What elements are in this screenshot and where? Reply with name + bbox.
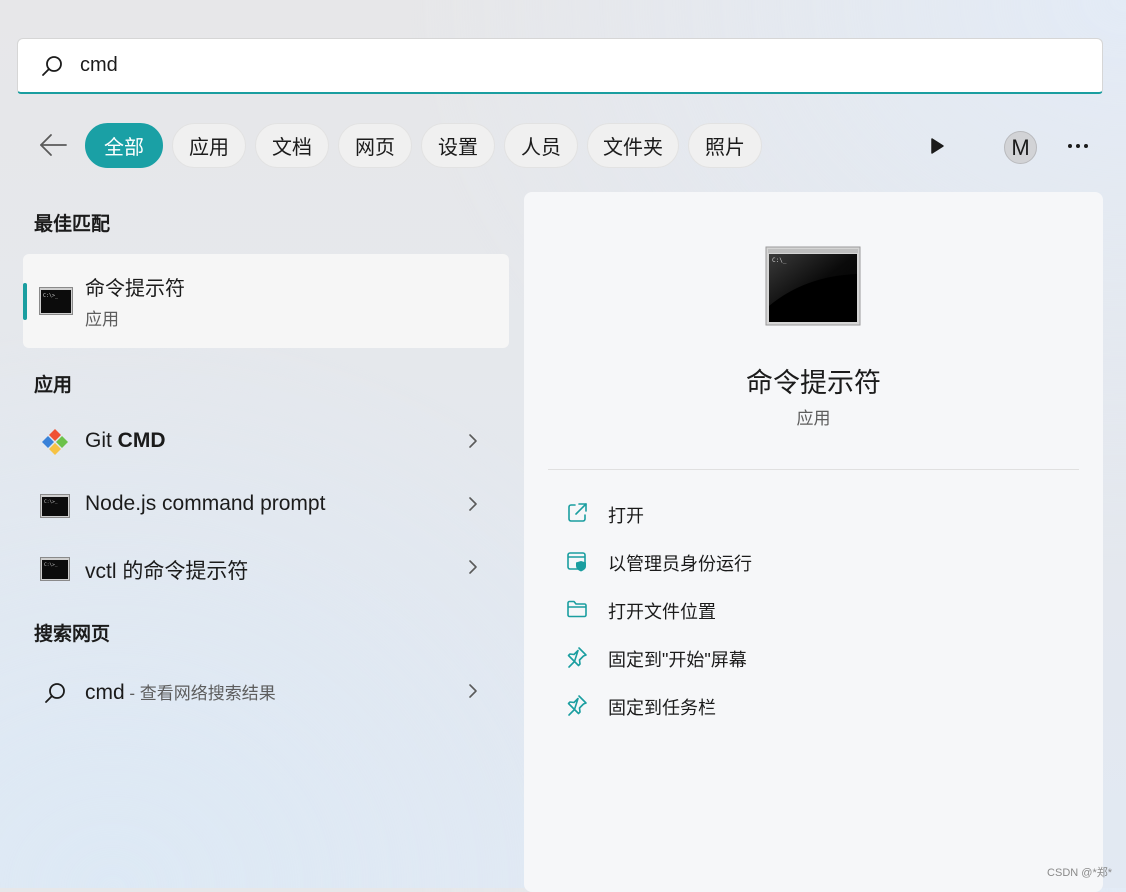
action-label: 打开文件位置 bbox=[608, 602, 716, 622]
action-label: 固定到任务栏 bbox=[608, 698, 716, 718]
tab-documents[interactable]: 文档 bbox=[255, 123, 329, 168]
action-open-file-location[interactable]: 打开文件位置 bbox=[548, 587, 1079, 631]
action-run-as-admin[interactable]: 以管理员身份运行 bbox=[548, 539, 1079, 583]
console-large-icon: C:\_ bbox=[765, 246, 861, 326]
list-item-label: cmd - 查看网络搜索结果 bbox=[85, 681, 276, 704]
folder-icon bbox=[567, 600, 587, 618]
list-item-web-search[interactable]: cmd - 查看网络搜索结果 bbox=[23, 665, 509, 719]
action-label: 打开 bbox=[608, 506, 644, 526]
console-icon: C:\>_ bbox=[40, 494, 70, 518]
list-item-label: Node.js command prompt bbox=[85, 492, 326, 515]
list-item-git-cmd[interactable]: Git CMD bbox=[23, 415, 509, 469]
console-icon: C:\>_ bbox=[40, 557, 70, 581]
chevron-right-icon bbox=[469, 684, 477, 698]
watermark: CSDN @*郑* bbox=[1047, 867, 1112, 879]
console-icon: C:\>_ bbox=[39, 287, 73, 315]
search-box[interactable] bbox=[17, 38, 1103, 94]
git-icon bbox=[42, 429, 68, 455]
tab-all[interactable]: 全部 bbox=[85, 123, 163, 168]
tab-folders[interactable]: 文件夹 bbox=[587, 123, 679, 168]
pin-icon bbox=[567, 695, 587, 716]
back-button[interactable] bbox=[36, 128, 70, 162]
svg-text:C:\>_: C:\>_ bbox=[43, 293, 59, 299]
list-item-label: vctl 的命令提示符 bbox=[85, 560, 249, 583]
action-label: 固定到"开始"屏幕 bbox=[608, 650, 747, 670]
action-pin-to-start[interactable]: 固定到"开始"屏幕 bbox=[548, 635, 1079, 679]
best-match-name: 命令提示符 bbox=[85, 278, 185, 300]
avatar[interactable]: M bbox=[1004, 131, 1037, 164]
more-horizontal-icon bbox=[1068, 144, 1088, 148]
action-label: 以管理员身份运行 bbox=[608, 554, 752, 574]
filter-tabs: 全部 应用 文档 网页 设置 人员 文件夹 照片 bbox=[85, 123, 762, 168]
list-item-nodejs-command-prompt[interactable]: C:\>_ Node.js command prompt bbox=[23, 478, 509, 532]
action-open[interactable]: 打开 bbox=[548, 491, 1079, 535]
selection-indicator bbox=[23, 283, 27, 320]
search-input[interactable] bbox=[78, 53, 982, 78]
action-pin-to-taskbar[interactable]: 固定到任务栏 bbox=[548, 683, 1079, 727]
divider bbox=[548, 469, 1079, 470]
apps-heading: 应用 bbox=[34, 375, 73, 396]
detail-app-type: 应用 bbox=[796, 409, 831, 428]
web-search-heading: 搜索网页 bbox=[34, 624, 111, 645]
arrow-left-icon bbox=[40, 134, 67, 156]
pin-icon bbox=[567, 647, 587, 668]
play-icon[interactable] bbox=[925, 134, 949, 158]
svg-text:C:\>_: C:\>_ bbox=[44, 499, 58, 505]
list-item-vctl-command-prompt[interactable]: C:\>_ vctl 的命令提示符 bbox=[23, 541, 509, 595]
best-match-item[interactable]: C:\>_ 命令提示符 应用 bbox=[23, 254, 509, 348]
more-options-button[interactable] bbox=[1063, 134, 1093, 158]
detail-app-name: 命令提示符 bbox=[746, 368, 881, 398]
chevron-right-icon bbox=[469, 434, 477, 448]
chevron-right-icon bbox=[469, 497, 477, 511]
tab-settings[interactable]: 设置 bbox=[421, 123, 495, 168]
tab-photos[interactable]: 照片 bbox=[688, 123, 762, 168]
best-match-heading: 最佳匹配 bbox=[34, 214, 111, 235]
detail-panel: C:\_ 命令提示符 应用 打开 以管理员身份运行 打开文件位置 固定到"开始"… bbox=[524, 192, 1103, 892]
best-match-type: 应用 bbox=[85, 310, 119, 329]
tab-web[interactable]: 网页 bbox=[338, 123, 412, 168]
svg-text:C:\>_: C:\>_ bbox=[44, 562, 58, 568]
chevron-right-icon bbox=[469, 560, 477, 574]
search-icon bbox=[45, 683, 65, 703]
tab-apps[interactable]: 应用 bbox=[172, 123, 246, 168]
search-icon bbox=[42, 55, 62, 76]
list-item-label: Git CMD bbox=[85, 429, 166, 452]
open-external-icon bbox=[568, 503, 587, 522]
svg-text:C:\_: C:\_ bbox=[772, 257, 787, 264]
admin-shield-icon bbox=[567, 552, 586, 572]
tab-people[interactable]: 人员 bbox=[504, 123, 578, 168]
